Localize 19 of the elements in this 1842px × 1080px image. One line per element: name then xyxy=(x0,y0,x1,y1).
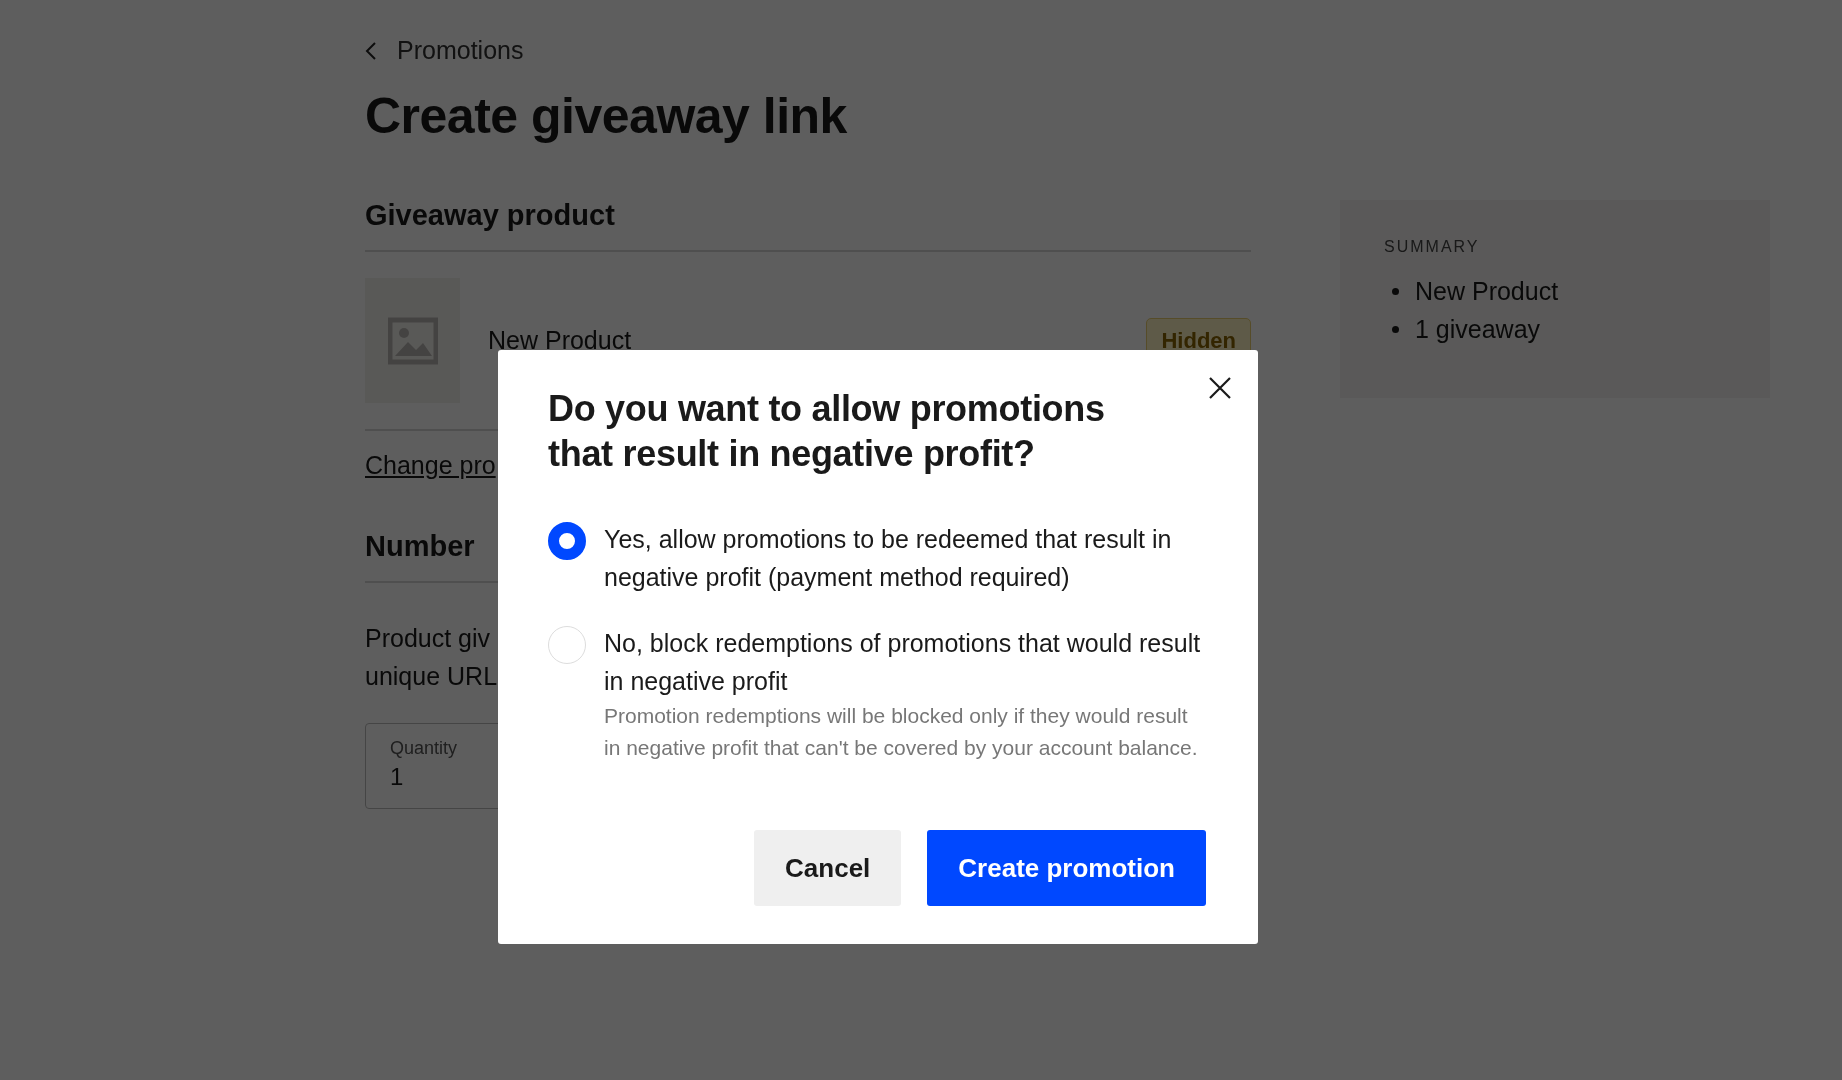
page-title: Create giveaway link xyxy=(365,87,848,145)
chevron-left-icon xyxy=(365,40,377,61)
product-name: New Product xyxy=(488,326,633,355)
section-heading: Number xyxy=(365,530,475,563)
dialog-title: Do you want to allow promotions that result in negative profit? xyxy=(548,387,1106,476)
option-label[interactable]: Yes, allow promotions to be redeemed that result in negative profit (payment method required) xyxy=(604,520,1204,596)
summary-item: New Product xyxy=(1415,276,1559,307)
bullet-icon xyxy=(1392,325,1399,333)
summary-heading: SUMMARY xyxy=(1384,238,1480,256)
description-text: Product giv xyxy=(365,623,491,654)
bullet-icon xyxy=(1392,287,1399,295)
section-heading: Giveaway product xyxy=(365,199,615,232)
create-button[interactable]: Create promotion xyxy=(927,830,1206,906)
radio-button[interactable] xyxy=(548,522,586,560)
option-help-text: Promotion redemptions will be blocked only if they would result in negative profit that can't be covered by your account balance. xyxy=(604,703,1199,761)
option-label[interactable]: No, block redemptions of promotions that would result in negative profit xyxy=(604,624,1204,700)
description-text: unique URL xyxy=(365,661,498,692)
summary-item: 1 giveaway xyxy=(1415,314,1541,345)
cancel-button[interactable]: Cancel xyxy=(754,830,902,906)
